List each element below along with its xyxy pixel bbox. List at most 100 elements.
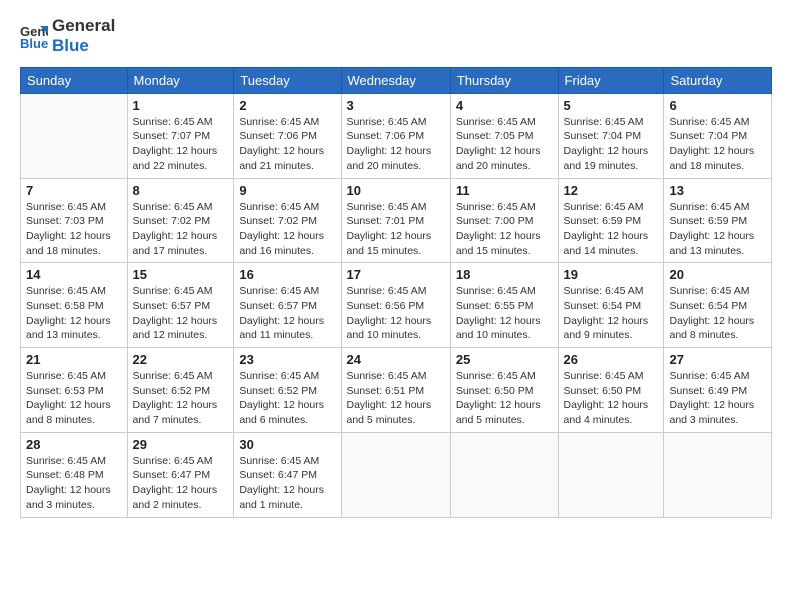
calendar-cell: 28 Sunrise: 6:45 AM Sunset: 6:48 PM Dayli… (21, 432, 128, 517)
day-info: Sunrise: 6:45 AM Sunset: 7:06 PM Dayligh… (347, 115, 445, 174)
day-number: 9 (239, 183, 335, 198)
day-number: 19 (564, 267, 659, 282)
calendar-cell: 8 Sunrise: 6:45 AM Sunset: 7:02 PM Daylig… (127, 178, 234, 263)
day-info: Sunrise: 6:45 AM Sunset: 6:48 PM Dayligh… (26, 454, 122, 513)
calendar-cell (664, 432, 772, 517)
day-number: 3 (347, 98, 445, 113)
day-number: 18 (456, 267, 553, 282)
day-info: Sunrise: 6:45 AM Sunset: 6:47 PM Dayligh… (239, 454, 335, 513)
day-number: 17 (347, 267, 445, 282)
day-number: 7 (26, 183, 122, 198)
calendar-cell: 17 Sunrise: 6:45 AM Sunset: 6:56 PM Dayli… (341, 263, 450, 348)
calendar-cell: 18 Sunrise: 6:45 AM Sunset: 6:55 PM Dayli… (450, 263, 558, 348)
day-info: Sunrise: 6:45 AM Sunset: 6:52 PM Dayligh… (239, 369, 335, 428)
calendar-cell: 3 Sunrise: 6:45 AM Sunset: 7:06 PM Daylig… (341, 93, 450, 178)
calendar-cell: 5 Sunrise: 6:45 AM Sunset: 7:04 PM Daylig… (558, 93, 664, 178)
calendar-cell: 19 Sunrise: 6:45 AM Sunset: 6:54 PM Dayli… (558, 263, 664, 348)
calendar-cell (558, 432, 664, 517)
calendar-cell: 12Sunrise: 6:45 AM Sunset: 6:59 PM Dayli… (558, 178, 664, 263)
day-info: Sunrise: 6:45 AM Sunset: 7:02 PM Dayligh… (239, 200, 335, 259)
day-number: 26 (564, 352, 659, 367)
weekday-header-row: SundayMondayTuesdayWednesdayThursdayFrid… (21, 67, 772, 93)
day-info: Sunrise: 6:45 AM Sunset: 6:47 PM Dayligh… (133, 454, 229, 513)
day-number: 1 (133, 98, 229, 113)
day-info: Sunrise: 6:45 AM Sunset: 6:49 PM Dayligh… (669, 369, 766, 428)
calendar-cell: 16Sunrise: 6:45 AM Sunset: 6:57 PM Dayli… (234, 263, 341, 348)
day-number: 11 (456, 183, 553, 198)
day-number: 30 (239, 437, 335, 452)
day-info: Sunrise: 6:45 AM Sunset: 7:07 PM Dayligh… (133, 115, 229, 174)
header: General Blue General Blue (20, 16, 772, 57)
week-row-2: 7 Sunrise: 6:45 AM Sunset: 7:03 PM Daylig… (21, 178, 772, 263)
day-info: Sunrise: 6:45 AM Sunset: 6:50 PM Dayligh… (456, 369, 553, 428)
calendar-cell: 26 Sunrise: 6:45 AM Sunset: 6:50 PM Dayli… (558, 348, 664, 433)
day-number: 21 (26, 352, 122, 367)
day-number: 8 (133, 183, 229, 198)
logo: General Blue General Blue (20, 16, 115, 57)
calendar-cell: 1 Sunrise: 6:45 AM Sunset: 7:07 PM Daylig… (127, 93, 234, 178)
day-number: 13 (669, 183, 766, 198)
calendar-cell: 24 Sunrise: 6:45 AM Sunset: 6:51 PM Dayli… (341, 348, 450, 433)
weekday-monday: Monday (127, 67, 234, 93)
calendar-page: General Blue General Blue SundayMondayTu… (0, 0, 792, 612)
day-info: Sunrise: 6:45 AM Sunset: 6:59 PM Dayligh… (669, 200, 766, 259)
day-info: Sunrise: 6:45 AM Sunset: 6:51 PM Dayligh… (347, 369, 445, 428)
day-info: Sunrise: 6:45 AM Sunset: 7:04 PM Dayligh… (669, 115, 766, 174)
day-info: Sunrise: 6:45 AM Sunset: 7:02 PM Dayligh… (133, 200, 229, 259)
calendar-cell: 23 Sunrise: 6:45 AM Sunset: 6:52 PM Dayli… (234, 348, 341, 433)
day-info: Sunrise: 6:45 AM Sunset: 7:06 PM Dayligh… (239, 115, 335, 174)
calendar-cell (21, 93, 128, 178)
day-number: 10 (347, 183, 445, 198)
day-info: Sunrise: 6:45 AM Sunset: 7:03 PM Dayligh… (26, 200, 122, 259)
calendar-cell: 4Sunrise: 6:45 AM Sunset: 7:05 PM Daylig… (450, 93, 558, 178)
calendar-cell: 29 Sunrise: 6:45 AM Sunset: 6:47 PM Dayli… (127, 432, 234, 517)
weekday-thursday: Thursday (450, 67, 558, 93)
calendar-table: SundayMondayTuesdayWednesdayThursdayFrid… (20, 67, 772, 518)
week-row-1: 1 Sunrise: 6:45 AM Sunset: 7:07 PM Daylig… (21, 93, 772, 178)
calendar-cell: 27Sunrise: 6:45 AM Sunset: 6:49 PM Dayli… (664, 348, 772, 433)
calendar-cell (341, 432, 450, 517)
calendar-cell: 21 Sunrise: 6:45 AM Sunset: 6:53 PM Dayli… (21, 348, 128, 433)
week-row-5: 28 Sunrise: 6:45 AM Sunset: 6:48 PM Dayli… (21, 432, 772, 517)
day-number: 20 (669, 267, 766, 282)
day-info: Sunrise: 6:45 AM Sunset: 7:04 PM Dayligh… (564, 115, 659, 174)
day-number: 23 (239, 352, 335, 367)
calendar-cell: 11Sunrise: 6:45 AM Sunset: 7:00 PM Dayli… (450, 178, 558, 263)
day-info: Sunrise: 6:45 AM Sunset: 6:57 PM Dayligh… (133, 284, 229, 343)
day-info: Sunrise: 6:45 AM Sunset: 6:58 PM Dayligh… (26, 284, 122, 343)
calendar-cell (450, 432, 558, 517)
calendar-cell: 7 Sunrise: 6:45 AM Sunset: 7:03 PM Daylig… (21, 178, 128, 263)
day-number: 28 (26, 437, 122, 452)
day-info: Sunrise: 6:45 AM Sunset: 6:53 PM Dayligh… (26, 369, 122, 428)
day-info: Sunrise: 6:45 AM Sunset: 6:55 PM Dayligh… (456, 284, 553, 343)
logo-general: General (52, 16, 115, 36)
calendar-cell: 13 Sunrise: 6:45 AM Sunset: 6:59 PM Dayli… (664, 178, 772, 263)
day-info: Sunrise: 6:45 AM Sunset: 6:50 PM Dayligh… (564, 369, 659, 428)
weekday-saturday: Saturday (664, 67, 772, 93)
day-info: Sunrise: 6:45 AM Sunset: 6:57 PM Dayligh… (239, 284, 335, 343)
svg-text:Blue: Blue (20, 36, 48, 50)
calendar-cell: 15 Sunrise: 6:45 AM Sunset: 6:57 PM Dayli… (127, 263, 234, 348)
day-number: 15 (133, 267, 229, 282)
weekday-friday: Friday (558, 67, 664, 93)
day-number: 2 (239, 98, 335, 113)
day-info: Sunrise: 6:45 AM Sunset: 6:56 PM Dayligh… (347, 284, 445, 343)
day-number: 14 (26, 267, 122, 282)
day-info: Sunrise: 6:45 AM Sunset: 7:05 PM Dayligh… (456, 115, 553, 174)
calendar-cell: 22Sunrise: 6:45 AM Sunset: 6:52 PM Dayli… (127, 348, 234, 433)
weekday-tuesday: Tuesday (234, 67, 341, 93)
day-number: 24 (347, 352, 445, 367)
day-info: Sunrise: 6:45 AM Sunset: 6:54 PM Dayligh… (564, 284, 659, 343)
calendar-cell: 10 Sunrise: 6:45 AM Sunset: 7:01 PM Dayli… (341, 178, 450, 263)
calendar-cell: 6 Sunrise: 6:45 AM Sunset: 7:04 PM Daylig… (664, 93, 772, 178)
calendar-cell: 20 Sunrise: 6:45 AM Sunset: 6:54 PM Dayli… (664, 263, 772, 348)
day-info: Sunrise: 6:45 AM Sunset: 6:54 PM Dayligh… (669, 284, 766, 343)
weekday-wednesday: Wednesday (341, 67, 450, 93)
day-number: 6 (669, 98, 766, 113)
day-info: Sunrise: 6:45 AM Sunset: 7:01 PM Dayligh… (347, 200, 445, 259)
day-number: 29 (133, 437, 229, 452)
day-number: 5 (564, 98, 659, 113)
week-row-4: 21 Sunrise: 6:45 AM Sunset: 6:53 PM Dayli… (21, 348, 772, 433)
logo-icon: General Blue (20, 22, 48, 50)
day-number: 25 (456, 352, 553, 367)
